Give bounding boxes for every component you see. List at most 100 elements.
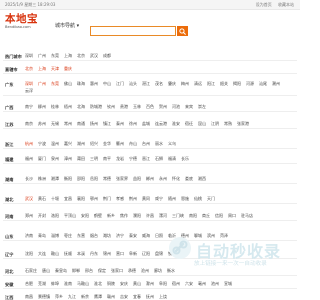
city-link[interactable]: 扬州 bbox=[90, 121, 98, 126]
city-link[interactable]: 邯郸 bbox=[72, 268, 80, 273]
city-link[interactable]: 宿州 bbox=[172, 281, 180, 286]
city-link[interactable]: 临沂 bbox=[168, 233, 176, 238]
city-link[interactable]: 郑州 bbox=[25, 213, 33, 218]
city-link[interactable]: 丽水 bbox=[155, 141, 163, 146]
city-link[interactable]: 许昌 bbox=[146, 213, 154, 218]
city-link[interactable]: 中山 bbox=[103, 81, 111, 86]
city-link[interactable]: 株洲 bbox=[38, 176, 46, 181]
city-link[interactable]: 汕尾 bbox=[259, 81, 267, 86]
city-link[interactable]: 岳阳 bbox=[90, 176, 98, 181]
city-link[interactable]: 黄冈 bbox=[142, 196, 150, 201]
city-link[interactable]: 昆山 bbox=[198, 121, 206, 126]
city-link[interactable]: 景德镇 bbox=[38, 294, 50, 299]
city-link[interactable]: 三明 bbox=[90, 156, 98, 161]
city-link[interactable]: 贵港 bbox=[120, 104, 128, 109]
city-link[interactable]: 防城港 bbox=[90, 104, 102, 109]
city-link[interactable]: 平顶山 bbox=[64, 213, 76, 218]
city-link[interactable]: 唐山 bbox=[42, 268, 50, 273]
city-link[interactable]: 襄阳 bbox=[77, 196, 85, 201]
city-link[interactable]: 盘锦 bbox=[155, 251, 163, 256]
city-link[interactable]: 铜陵 bbox=[107, 281, 115, 286]
city-link[interactable]: 金华 bbox=[103, 141, 111, 146]
city-link[interactable]: 菏泽 bbox=[220, 233, 228, 238]
city-link[interactable]: 宣城 bbox=[224, 281, 232, 286]
city-link[interactable]: 永州 bbox=[159, 176, 167, 181]
city-link[interactable]: 邵阳 bbox=[77, 176, 85, 181]
city-link[interactable]: 广州 bbox=[38, 53, 46, 58]
city-link[interactable]: 成都 bbox=[103, 53, 111, 58]
city-link[interactable]: 潮州 bbox=[272, 81, 280, 86]
city-link[interactable]: 营口 bbox=[116, 251, 124, 256]
city-link[interactable]: 清远 bbox=[194, 81, 202, 86]
city-link[interactable]: 福州 bbox=[25, 156, 33, 161]
city-link[interactable]: 本溪 bbox=[77, 251, 85, 256]
city-link[interactable]: 烟台 bbox=[90, 233, 98, 238]
city-link[interactable]: 来宾 bbox=[185, 104, 193, 109]
city-link[interactable]: 深圳 bbox=[25, 81, 33, 86]
city-link[interactable]: 抚顺 bbox=[64, 251, 72, 256]
city-link[interactable]: 江阴 bbox=[211, 121, 219, 126]
city-link[interactable]: 钦州 bbox=[107, 104, 115, 109]
city-link[interactable]: 长乐 bbox=[181, 156, 189, 161]
city-link[interactable]: 德州 bbox=[181, 233, 189, 238]
city-link[interactable]: 连云港 bbox=[155, 121, 167, 126]
city-link[interactable]: 茂名 bbox=[155, 81, 163, 86]
city-link[interactable]: 池州 bbox=[211, 281, 219, 286]
city-link[interactable]: 衡阳 bbox=[64, 176, 72, 181]
city-link[interactable]: 漯河 bbox=[159, 213, 167, 218]
city-link[interactable]: 湘西 bbox=[198, 176, 206, 181]
city-link[interactable]: 崇左 bbox=[198, 104, 206, 109]
city-link[interactable]: 泉州 bbox=[51, 156, 59, 161]
set-homepage-link[interactable]: 设为首页 bbox=[256, 2, 272, 7]
city-link[interactable]: 湛江 bbox=[142, 81, 150, 86]
city-link[interactable]: 张家口 bbox=[111, 268, 123, 273]
city-link[interactable]: 濮阳 bbox=[133, 213, 141, 218]
city-link[interactable]: 济南 bbox=[25, 233, 33, 238]
search-button[interactable] bbox=[177, 26, 188, 36]
city-link[interactable]: 开封 bbox=[38, 213, 46, 218]
city-link[interactable]: 张家界 bbox=[116, 176, 128, 181]
city-link[interactable]: 秦皇岛 bbox=[55, 268, 67, 273]
city-link[interactable]: 重庆 bbox=[64, 66, 72, 71]
city-link[interactable]: 三门峡 bbox=[172, 213, 184, 218]
add-favorite-link[interactable]: 收藏本站 bbox=[278, 2, 294, 7]
city-link[interactable]: 宿迁 bbox=[185, 121, 193, 126]
city-link[interactable]: 南京 bbox=[25, 121, 33, 126]
city-link[interactable]: 十堰 bbox=[51, 196, 59, 201]
site-logo[interactable]: 本地宝 Bendibao.com bbox=[5, 13, 45, 35]
city-link[interactable]: 江门 bbox=[116, 81, 124, 86]
city-link[interactable]: 抚州 bbox=[146, 294, 154, 299]
city-link[interactable]: 玉林 bbox=[133, 104, 141, 109]
city-link[interactable]: 广州 bbox=[38, 81, 46, 86]
city-link[interactable]: 安阳 bbox=[81, 213, 89, 218]
city-link[interactable]: 阜新 bbox=[129, 251, 137, 256]
city-link[interactable]: 大连 bbox=[38, 251, 46, 256]
city-link[interactable]: 镇江 bbox=[103, 121, 111, 126]
city-link[interactable]: 上海 bbox=[64, 53, 72, 58]
city-link[interactable]: 合肥 bbox=[25, 281, 33, 286]
city-link[interactable]: 惠州 bbox=[90, 81, 98, 86]
city-link[interactable]: 盐城 bbox=[142, 121, 150, 126]
city-link[interactable]: 北海 bbox=[77, 104, 85, 109]
city-link[interactable]: 周口 bbox=[228, 213, 236, 218]
city-link[interactable]: 长沙 bbox=[25, 176, 33, 181]
city-link[interactable]: 石狮 bbox=[155, 156, 163, 161]
city-link[interactable]: 泰州 bbox=[116, 121, 124, 126]
city-link[interactable]: 龙岩 bbox=[116, 156, 124, 161]
city-link[interactable]: 亳州 bbox=[198, 281, 206, 286]
city-link[interactable]: 随州 bbox=[168, 196, 176, 201]
city-link[interactable]: 承德 bbox=[128, 268, 136, 273]
city-link[interactable]: 福清 bbox=[168, 156, 176, 161]
city-link[interactable]: 鹤壁 bbox=[94, 213, 102, 218]
city-link[interactable]: 天门 bbox=[207, 196, 215, 201]
city-link[interactable]: 徐州 bbox=[129, 121, 137, 126]
city-link[interactable]: 柳州 bbox=[38, 104, 46, 109]
city-link[interactable]: 商丘 bbox=[202, 213, 210, 218]
city-link[interactable]: 绍兴 bbox=[90, 141, 98, 146]
city-link[interactable]: 天津 bbox=[51, 66, 59, 71]
city-link[interactable]: 南通 bbox=[77, 121, 85, 126]
city-link[interactable]: 黄石 bbox=[38, 196, 46, 201]
city-link[interactable]: 衡水 bbox=[167, 268, 175, 273]
city-link[interactable]: 枣庄 bbox=[64, 233, 72, 238]
city-link[interactable]: 怀化 bbox=[172, 176, 180, 181]
